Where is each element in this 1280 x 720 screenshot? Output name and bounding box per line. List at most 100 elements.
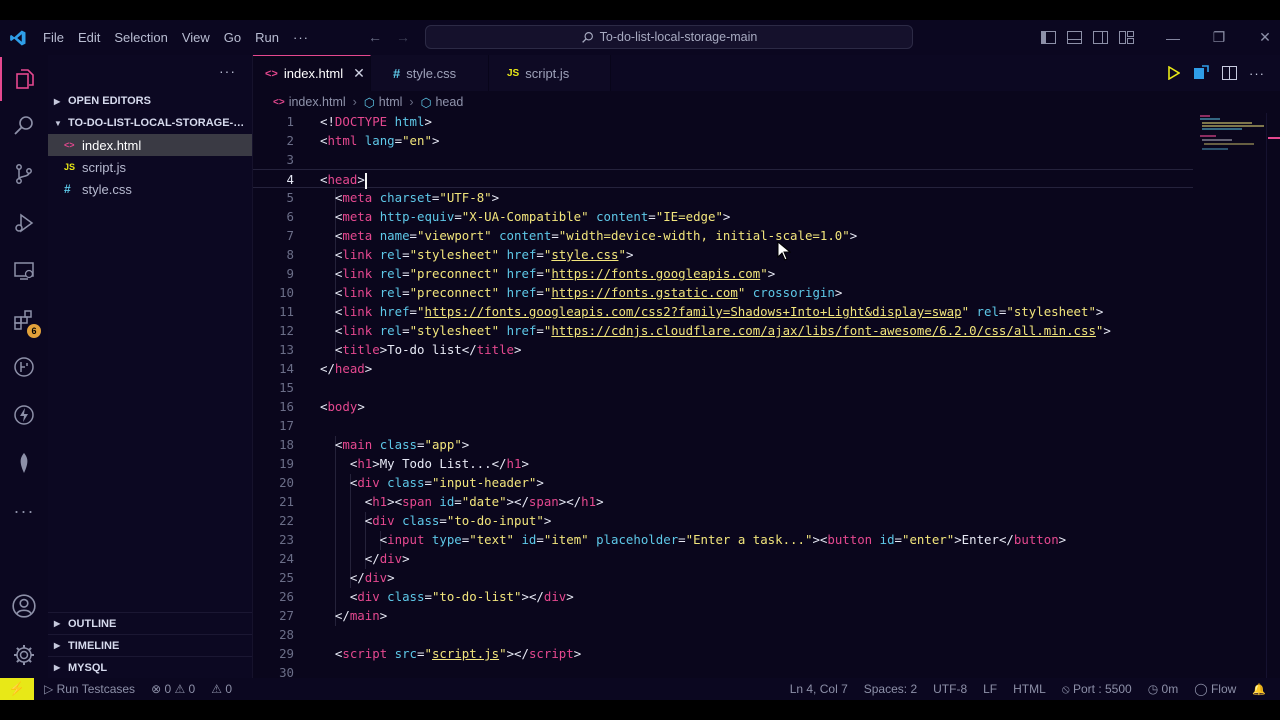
code-line[interactable]: 30 (253, 663, 1193, 678)
code-line[interactable]: 22 <div class="to-do-input"> (253, 511, 1193, 530)
line-number: 13 (279, 342, 294, 357)
code-line[interactable]: 28 (253, 625, 1193, 644)
toggle-primary-sidebar-icon[interactable] (1040, 29, 1057, 46)
code-line[interactable]: 6 <meta http-equiv="X-UA-Compatible" con… (253, 207, 1193, 226)
menu-selection[interactable]: Selection (107, 20, 174, 55)
split-editor-icon[interactable] (1220, 64, 1238, 82)
code-token: </ (320, 551, 380, 566)
encoding[interactable]: UTF-8 (933, 682, 967, 696)
code-line[interactable]: 15 (253, 378, 1193, 397)
code-line[interactable]: 21 <h1><span id="date"></span></h1> (253, 492, 1193, 511)
mysql-section[interactable]: ▶ MYSQL (48, 656, 252, 678)
live-server-port[interactable]: ⦸ Port : 5500 (1062, 682, 1132, 697)
outline-section[interactable]: ▶ OUTLINE (48, 612, 252, 634)
language-mode[interactable]: HTML (1013, 682, 1046, 696)
problems-indicator[interactable]: ⊗ 0 ⚠ 0 (151, 682, 195, 696)
indentation[interactable]: Spaces: 2 (864, 682, 917, 696)
run-debug-icon[interactable] (0, 201, 48, 245)
extensions-icon[interactable]: 6 (0, 298, 48, 342)
open-editors-section[interactable]: ▶ OPEN EDITORS (48, 90, 252, 112)
code-line[interactable]: 24 </div> (253, 549, 1193, 568)
code-line[interactable]: 16 <body> (253, 397, 1193, 416)
search-icon[interactable] (0, 104, 48, 148)
more-actions-icon[interactable]: ··· (1248, 64, 1266, 82)
close-icon[interactable]: ✕ (353, 65, 365, 82)
thunder-client-icon[interactable] (0, 393, 48, 437)
file-item-script-js[interactable]: JS script.js (48, 156, 252, 178)
tab-style-css[interactable]: # style.css (371, 55, 489, 91)
code-line[interactable]: 29 <script src="script.js"></script> (253, 644, 1193, 663)
code-line[interactable]: 7 <meta name="viewport" content="width=d… (253, 226, 1193, 245)
minimize-icon[interactable]: — (1150, 30, 1196, 46)
ports-indicator[interactable]: ⚠ 0 (211, 682, 232, 696)
menu-view[interactable]: View (175, 20, 217, 55)
end-of-line[interactable]: LF (983, 682, 997, 696)
breadcrumb-file[interactable]: index.html (289, 95, 346, 109)
run-testcases-button[interactable]: ▷ Run Testcases (44, 682, 135, 696)
remote-explorer-icon[interactable] (0, 249, 48, 293)
flow-label: Flow (1210, 682, 1237, 696)
code-line[interactable]: 12 <link rel="stylesheet" href="https://… (253, 321, 1193, 340)
breadcrumb-head[interactable]: head (435, 95, 463, 109)
forward-arrow-icon[interactable]: → (396, 20, 410, 55)
toggle-panel-icon[interactable] (1066, 29, 1083, 46)
flow-indicator[interactable]: ◯ Flow (1194, 682, 1236, 696)
code-line[interactable]: 4 <head> (253, 169, 1193, 189)
code-line[interactable]: 13 <title>To-do list</title> (253, 340, 1193, 359)
manage-gear-icon[interactable] (0, 633, 48, 677)
back-arrow-icon[interactable]: ← (368, 20, 382, 55)
code-line[interactable]: 3 (253, 150, 1193, 169)
menu-go[interactable]: Go (217, 20, 248, 55)
customize-layout-icon[interactable] (1118, 29, 1135, 46)
project-folder-section[interactable]: ▼ TO-DO-LIST-LOCAL-STORAGE-M... (48, 112, 252, 134)
file-item-index-html[interactable]: <> index.html (48, 134, 252, 156)
time-tracker[interactable]: ◷ 0m (1148, 682, 1178, 696)
code-line[interactable]: 19 <h1>My Todo List...</h1> (253, 454, 1193, 473)
breadcrumb-separator: › (409, 95, 414, 109)
mongodb-icon[interactable] (0, 441, 48, 485)
code-line[interactable]: 18 <main class="app"> (253, 435, 1193, 454)
code-line[interactable]: 27 </main> (253, 606, 1193, 625)
code-line[interactable]: 5 <meta charset="UTF-8"> (253, 188, 1193, 207)
breadcrumb-html[interactable]: html (379, 95, 403, 109)
run-play-icon[interactable] (1164, 64, 1182, 82)
more-icon[interactable]: ··· (0, 489, 48, 533)
source-control-icon[interactable] (0, 152, 48, 196)
restore-icon[interactable]: ❐ (1196, 29, 1242, 46)
menu-file[interactable]: File (36, 20, 71, 55)
menu-edit[interactable]: Edit (71, 20, 107, 55)
explorer-icon[interactable] (0, 57, 48, 101)
code-line[interactable]: 2 <html lang="en"> (253, 131, 1193, 150)
cursor-position[interactable]: Ln 4, Col 7 (790, 682, 848, 696)
code-line[interactable]: 1 <!DOCTYPE html> (253, 113, 1193, 131)
editor-scrollbar[interactable] (1266, 113, 1280, 678)
code-line[interactable]: 8 <link rel="stylesheet" href="style.css… (253, 245, 1193, 264)
code-line[interactable]: 10 <link rel="preconnect" href="https://… (253, 283, 1193, 302)
remote-indicator-icon[interactable]: ⚡ (0, 678, 34, 700)
code-line[interactable]: 25 </div> (253, 568, 1193, 587)
accounts-icon[interactable] (0, 584, 48, 628)
menu-run[interactable]: Run (248, 20, 286, 55)
code-line[interactable]: 9 <link rel="preconnect" href="https://f… (253, 264, 1193, 283)
code-line[interactable]: 23 <input type="text" id="item" placehol… (253, 530, 1193, 549)
git-graph-icon[interactable] (0, 345, 48, 389)
tab-index-html[interactable]: <> index.html ✕ (253, 55, 371, 91)
command-center-search[interactable]: To-do-list-local-storage-main (425, 25, 913, 49)
explorer-more-actions[interactable]: ··· (219, 63, 236, 79)
code-line[interactable]: 26 <div class="to-do-list"></div> (253, 587, 1193, 606)
menu-more[interactable]: ··· (286, 20, 316, 55)
toggle-secondary-sidebar-icon[interactable] (1092, 29, 1109, 46)
notifications-bell-icon[interactable]: 🔔 (1252, 683, 1266, 696)
html-file-icon: <> (64, 140, 75, 150)
code-line[interactable]: 11 <link href= "https://fonts.googleapis.… (253, 302, 1193, 321)
open-preview-icon[interactable] (1192, 64, 1210, 82)
close-window-icon[interactable]: ✕ (1242, 29, 1280, 46)
code-line[interactable]: 17 (253, 416, 1193, 435)
timeline-section[interactable]: ▶ TIMELINE (48, 634, 252, 656)
file-item-style-css[interactable]: # style.css (48, 178, 252, 200)
code-line[interactable]: 20 <div class="input-header"> (253, 473, 1193, 492)
code-editor[interactable]: 1 <!DOCTYPE html> 2 <html lang="en"> 3 4 <head… (253, 113, 1280, 678)
tab-script-js[interactable]: JS script.js (489, 55, 611, 91)
code-line[interactable]: 14 </head> (253, 359, 1193, 378)
minimap[interactable] (1190, 113, 1266, 163)
